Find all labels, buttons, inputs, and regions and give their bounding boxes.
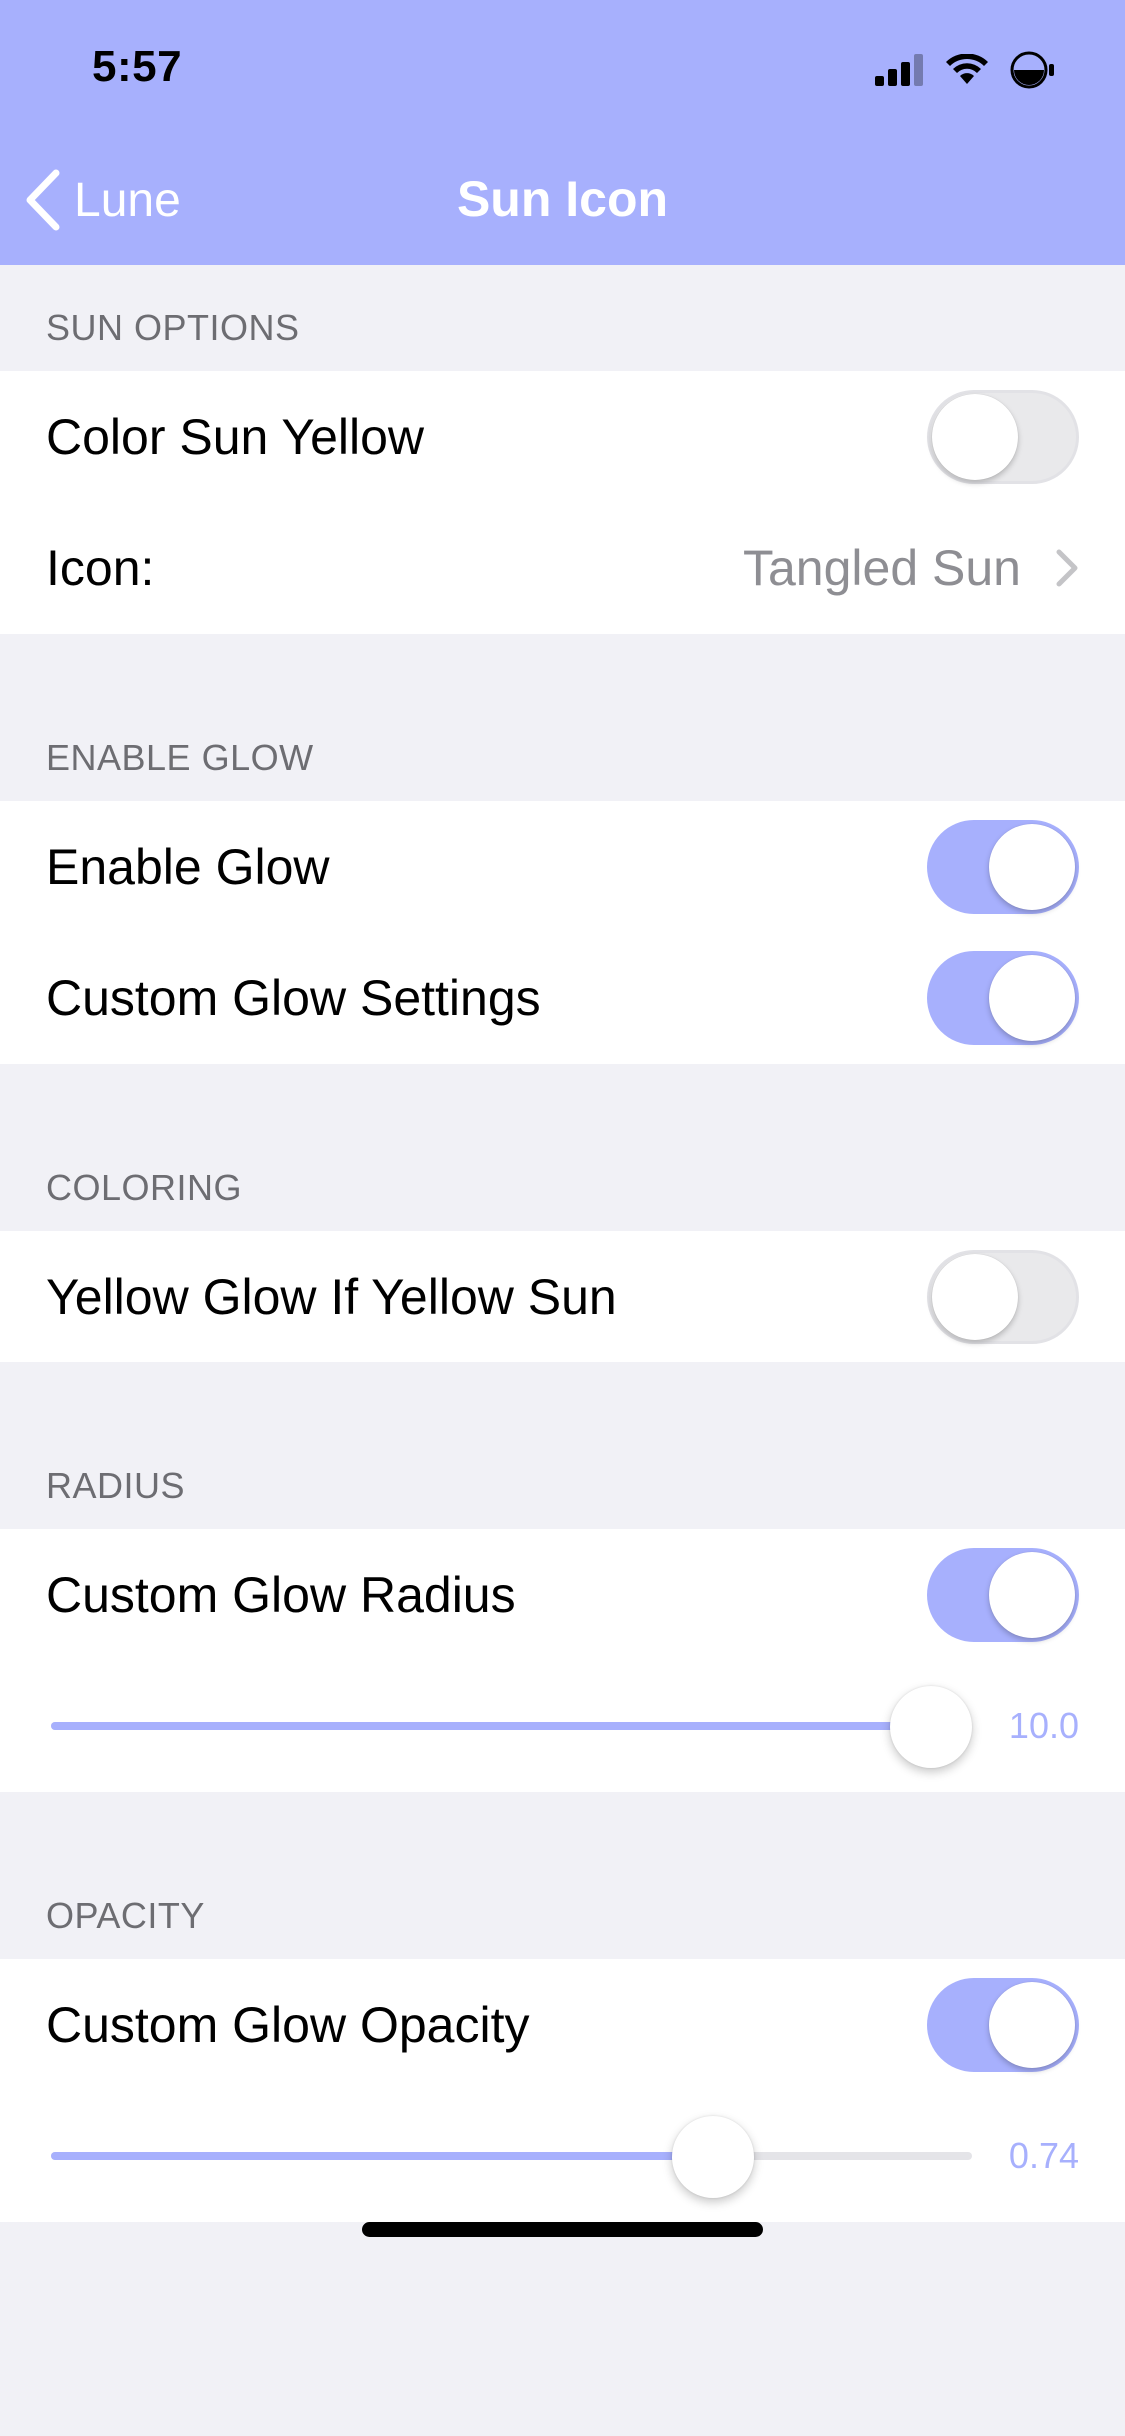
row-label: Custom Glow Settings [46,970,541,1026]
row-label: Enable Glow [46,839,330,895]
opacity-slider-row: 0.74 [0,2090,1125,2222]
opacity-value: 0.74 [1008,2135,1079,2176]
toggle-knob [932,1254,1018,1340]
row-label: Color Sun Yellow [46,409,425,465]
yellow-glow-toggle[interactable] [927,1250,1079,1344]
custom-glow-opacity-toggle[interactable] [927,1978,1079,2072]
custom-glow-radius-toggle[interactable] [927,1548,1079,1642]
section-header-enable-glow: ENABLE GLOW [46,737,314,778]
home-indicator [362,2222,763,2237]
row-icon-picker[interactable]: Icon: Tangled Sun [0,502,1125,634]
toggle-knob [989,955,1075,1041]
row-custom-glow-opacity: Custom Glow Opacity [0,1959,1125,2091]
opacity-slider-thumb[interactable] [671,2116,754,2198]
navigation-bar: 5:57 Lune Sun Icon [0,0,1125,265]
toggle-knob [989,1552,1075,1638]
radius-slider-fill [51,1722,931,1730]
enable-glow-toggle[interactable] [927,820,1079,914]
section-header-radius: RADIUS [46,1465,186,1506]
group-opacity: Custom Glow Opacity 0.74 [0,1959,1125,2222]
status-time: 5:57 [92,42,183,91]
section-header-sun-options: SUN OPTIONS [46,307,300,348]
section-header-opacity: OPACITY [46,1895,205,1936]
group-sun-options: Color Sun Yellow Icon: Tangled Sun [0,371,1125,634]
toggle-knob [989,1982,1075,2068]
opacity-slider-fill [51,2152,713,2160]
group-radius: Custom Glow Radius 10.0 [0,1529,1125,1792]
toggle-knob [932,394,1018,480]
color-sun-yellow-toggle[interactable] [927,390,1079,484]
low-power-battery-icon [1010,51,1054,89]
opacity-slider-track[interactable] [51,2152,972,2160]
section-header-coloring: COLORING [46,1167,243,1208]
toggle-knob [989,824,1075,910]
icon-selected-value: Tangled Sun [742,540,1021,596]
row-custom-glow-radius: Custom Glow Radius [0,1529,1125,1661]
group-enable-glow: Enable Glow Custom Glow Settings [0,801,1125,1064]
radius-slider-row: 10.0 [0,1660,1125,1792]
custom-glow-settings-toggle[interactable] [927,951,1079,1045]
row-custom-glow-settings: Custom Glow Settings [0,932,1125,1064]
row-yellow-glow: Yellow Glow If Yellow Sun [0,1231,1125,1363]
cellular-signal-icon [875,54,923,86]
radius-slider-track[interactable] [51,1722,972,1730]
group-coloring: Yellow Glow If Yellow Sun [0,1231,1125,1362]
row-enable-glow: Enable Glow [0,801,1125,933]
radius-slider-thumb[interactable] [890,1686,972,1768]
row-label: Yellow Glow If Yellow Sun [46,1269,617,1325]
radius-value: 10.0 [1008,1705,1079,1746]
wifi-icon [946,54,988,84]
chevron-right-icon [1056,549,1078,587]
row-label: Custom Glow Radius [46,1567,516,1623]
page-title: Sun Icon [456,171,669,227]
status-icons [875,48,1059,92]
row-label: Icon: [46,540,155,596]
row-label: Custom Glow Opacity [46,1997,530,2053]
row-color-sun-yellow: Color Sun Yellow [0,371,1125,503]
